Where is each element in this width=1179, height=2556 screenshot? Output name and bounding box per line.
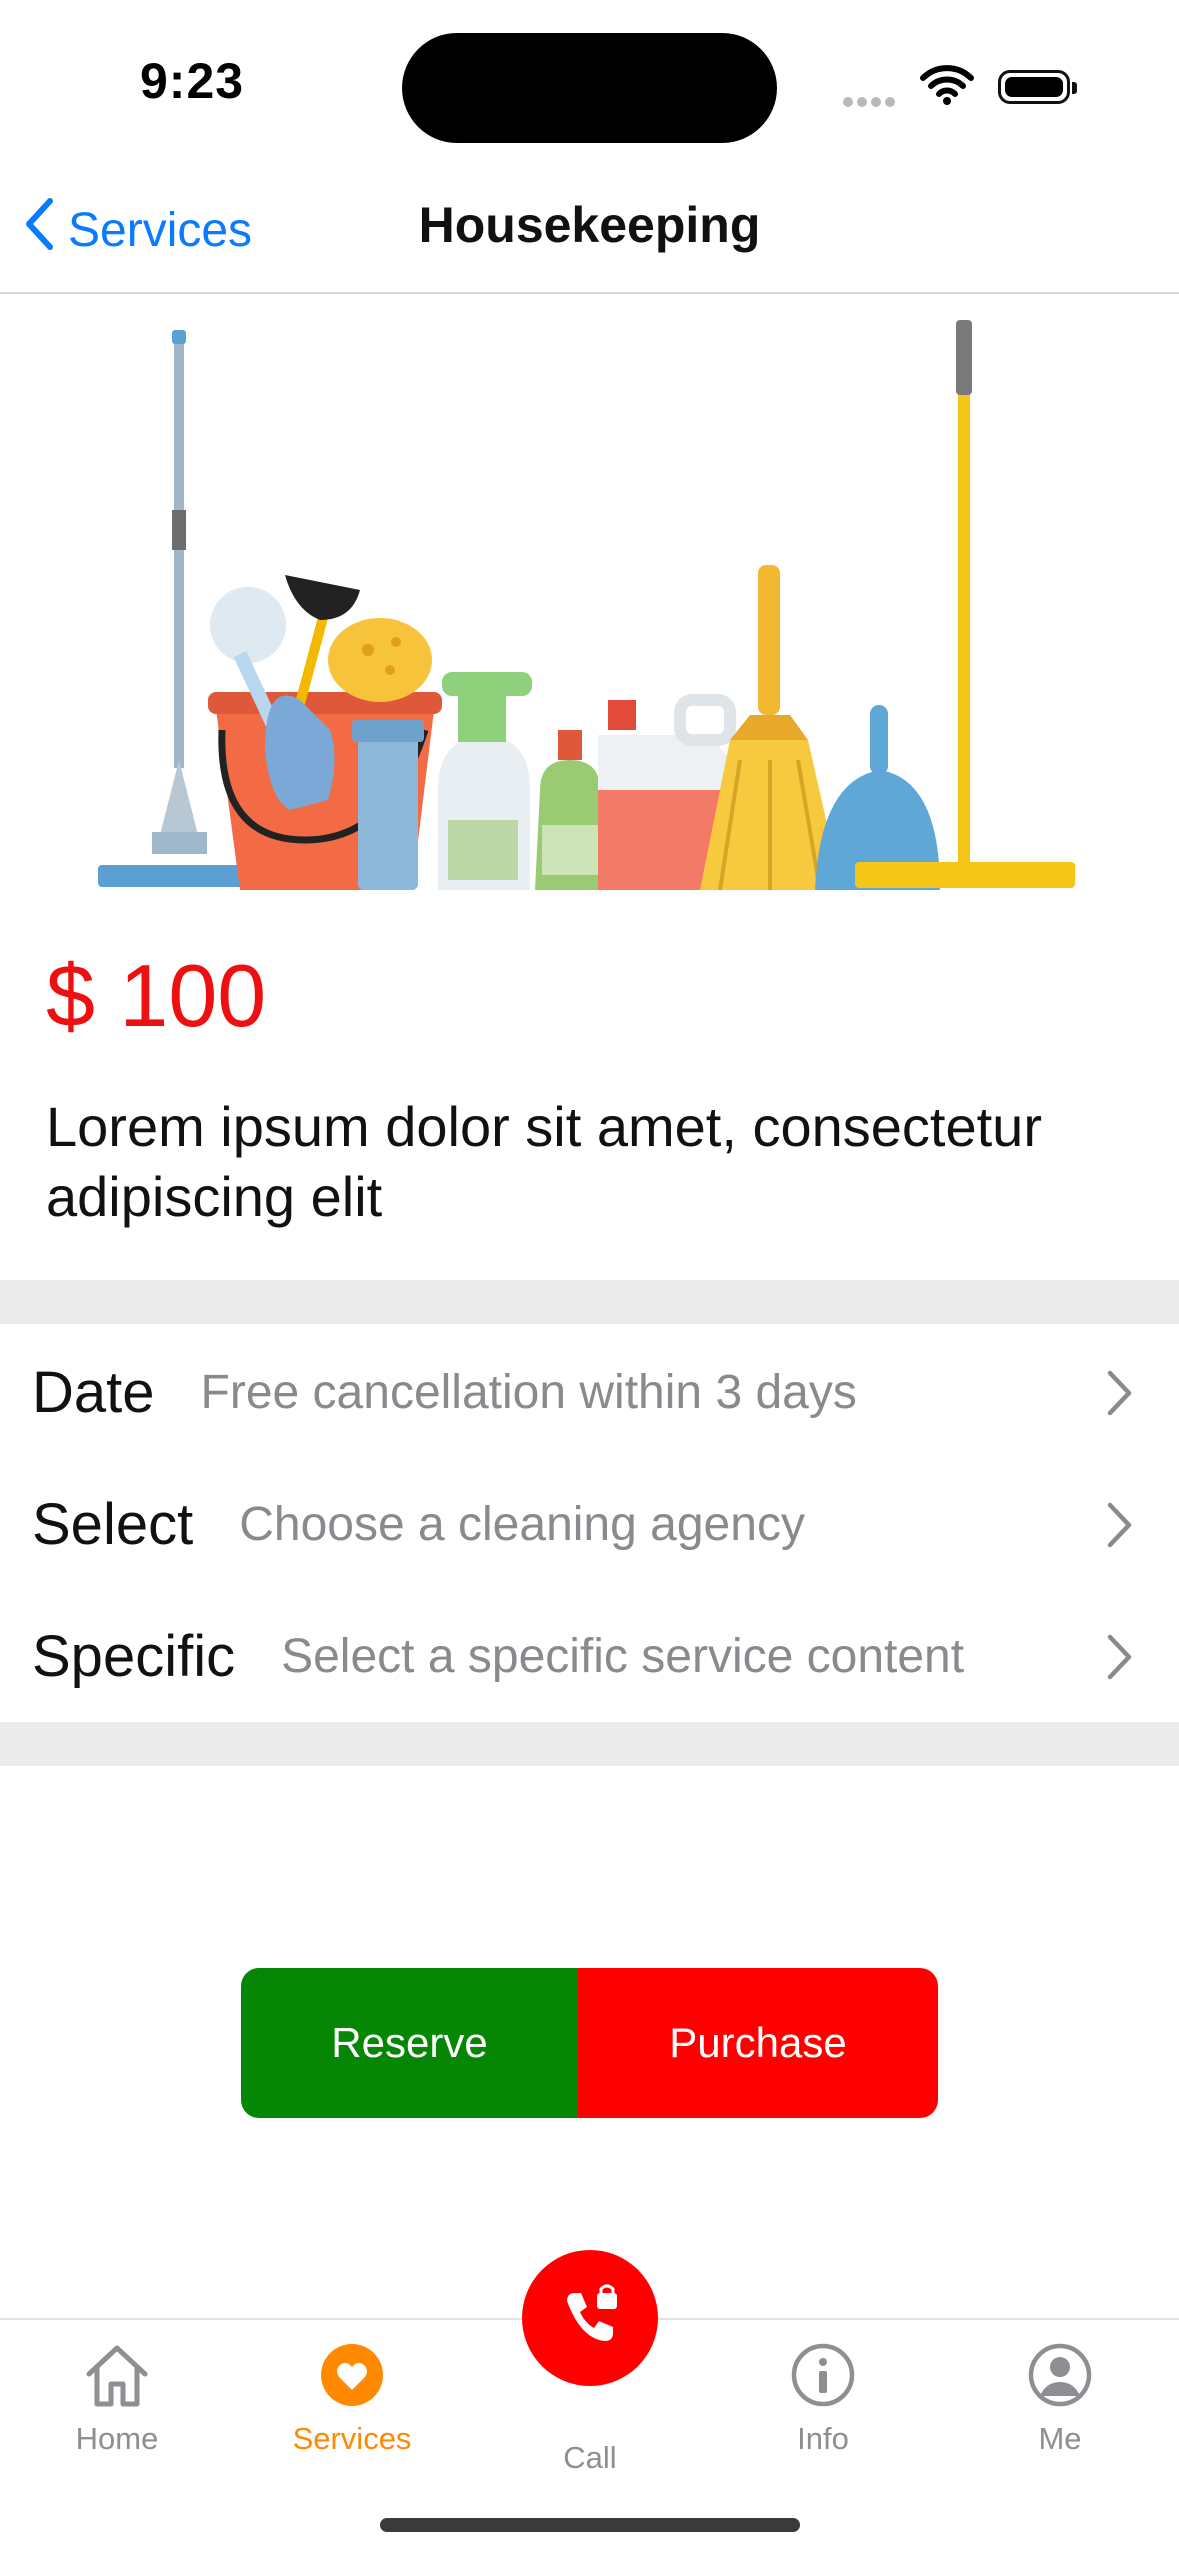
tab-home[interactable]: Home: [17, 2340, 217, 2457]
tab-call[interactable]: Call: [490, 2434, 690, 2476]
reserve-button[interactable]: Reserve: [241, 1968, 578, 2118]
home-indicator: [380, 2518, 800, 2532]
purchase-button[interactable]: Purchase: [578, 1968, 938, 2118]
section-separator: [0, 1722, 1179, 1766]
option-value: Select a specific service content: [281, 1629, 965, 1683]
price: $ 100: [46, 946, 267, 1045]
product-description: Lorem ipsum dolor sit amet, consectetur …: [46, 1095, 1042, 1228]
tab-label: Home: [75, 2421, 159, 2456]
call-button[interactable]: [522, 2250, 658, 2386]
status-time: 9:23: [140, 53, 245, 109]
info-circle-icon: [787, 2343, 859, 2414]
tab-services[interactable]: Services: [252, 2340, 452, 2457]
chevron-right-icon: [1107, 1370, 1133, 1421]
option-label: Date: [32, 1359, 155, 1425]
tab-label: Info: [797, 2421, 849, 2456]
chevron-right-icon: [1107, 1502, 1133, 1553]
person-circle-icon: [1024, 2343, 1096, 2414]
cellular-signal-icon: [843, 94, 899, 112]
phone-lock-icon: [555, 2281, 625, 2356]
option-row-select[interactable]: Select Choose a cleaning agency: [0, 1458, 1179, 1590]
option-value: Choose a cleaning agency: [239, 1497, 805, 1551]
tab-label: Me: [1038, 2421, 1082, 2456]
heart-circle-icon: [316, 2344, 388, 2414]
tab-label: Services: [292, 2421, 412, 2456]
option-label: Select: [32, 1491, 194, 1557]
option-label: Specific: [32, 1623, 236, 1689]
tab-me[interactable]: Me: [960, 2340, 1160, 2457]
option-row-specific[interactable]: Specific Select a specific service conte…: [0, 1590, 1179, 1722]
tab-info[interactable]: Info: [723, 2340, 923, 2457]
tab-label: Call: [563, 2440, 617, 2475]
dynamic-island: [402, 33, 777, 143]
house-icon: [81, 2345, 153, 2414]
option-row-date[interactable]: Date Free cancellation within 3 days: [0, 1326, 1179, 1458]
section-separator: [0, 1280, 1179, 1324]
option-value: Free cancellation within 3 days: [200, 1365, 857, 1419]
wifi-icon: [920, 64, 974, 111]
cleaning-supplies-illustration: [90, 320, 1090, 895]
battery-icon: [998, 70, 1077, 104]
nav-divider: [0, 292, 1179, 294]
chevron-right-icon: [1107, 1634, 1133, 1685]
page-title: Housekeeping: [418, 197, 761, 253]
